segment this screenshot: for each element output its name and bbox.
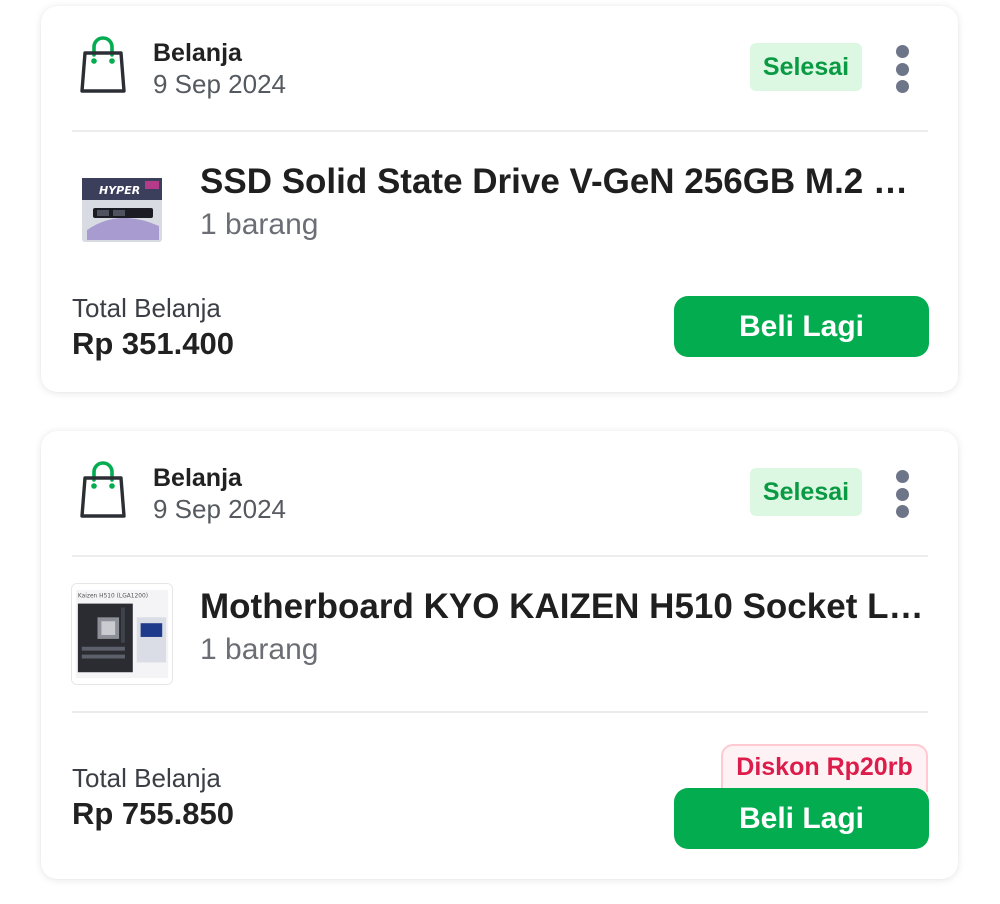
total-label: Total Belanja [72, 293, 221, 323]
divider [72, 555, 928, 557]
buy-again-button[interactable]: Beli Lagi [674, 788, 929, 849]
order-date: 9 Sep 2024 [153, 494, 287, 524]
ssd-product-image[interactable]: HYPER [79, 168, 165, 248]
svg-text:Kaizen H510 (LGA1200): Kaizen H510 (LGA1200) [78, 594, 148, 600]
order-type-label: Belanja [153, 39, 242, 67]
total-label: Total Belanja [72, 763, 221, 793]
order-type-label: Belanja [153, 464, 242, 492]
total-amount: Rp 351.400 [72, 326, 234, 361]
product-quantity: 1 barang [200, 633, 319, 666]
discount-badge: Diskon Rp20rb [721, 744, 928, 792]
product-quantity: 1 barang [200, 208, 319, 241]
product-name[interactable]: Motherboard KYO KAIZEN H510 Socket LGA12… [200, 587, 925, 627]
order-date: 9 Sep 2024 [153, 69, 287, 99]
divider [72, 711, 928, 713]
order-card[interactable]: Belanja 9 Sep 2024 Selesai Kaizen H510 (… [41, 431, 958, 879]
shopping-bag-icon [79, 458, 127, 520]
order-card[interactable]: Belanja 9 Sep 2024 Selesai HYPER SSD Sol… [41, 6, 958, 392]
divider [72, 130, 928, 132]
motherboard-product-image[interactable]: Kaizen H510 (LGA1200) [71, 583, 173, 685]
order-list: Belanja 9 Sep 2024 Selesai HYPER SSD Sol… [0, 0, 1000, 904]
kebab-menu-icon[interactable] [887, 43, 917, 95]
shopping-bag-icon [79, 33, 127, 95]
total-amount: Rp 755.850 [72, 796, 234, 831]
buy-again-button[interactable]: Beli Lagi [674, 296, 929, 357]
svg-text:HYPER: HYPER [99, 184, 140, 197]
status-badge: Selesai [750, 43, 862, 91]
status-badge: Selesai [750, 468, 862, 516]
kebab-menu-icon[interactable] [887, 468, 917, 520]
product-name[interactable]: SSD Solid State Drive V-GeN 256GB M.2 NV… [200, 162, 925, 202]
